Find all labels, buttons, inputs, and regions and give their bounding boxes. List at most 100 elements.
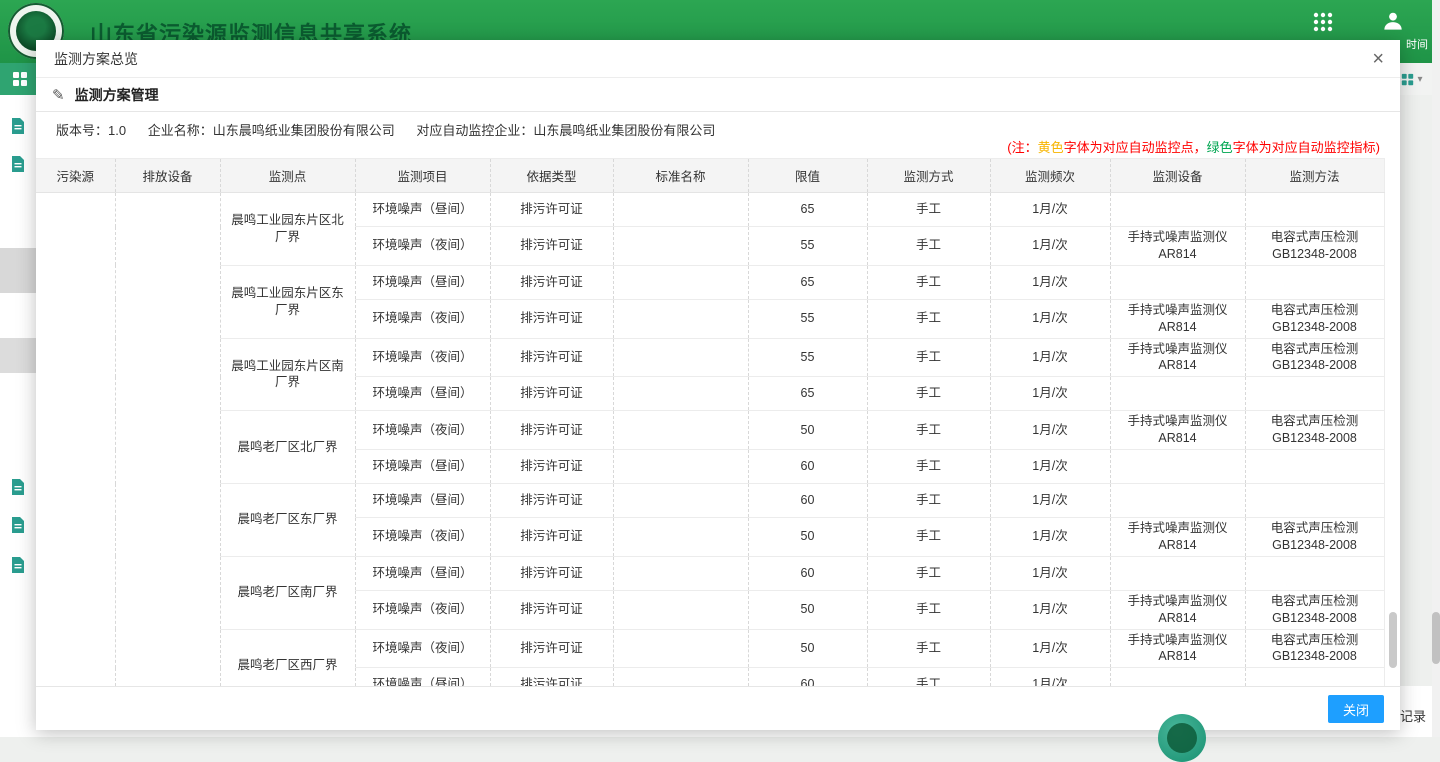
page-scrollbar[interactable] bbox=[1432, 0, 1440, 737]
document-icon[interactable] bbox=[10, 117, 26, 135]
monitor-mode-cell: 手工 bbox=[867, 590, 990, 629]
plan-info-line: 版本号：1.0 企业名称：山东晨鸣纸业集团股份有限公司 对应自动监控企业：山东晨… bbox=[56, 120, 733, 139]
table-row: 晨鸣老厂区北厂界环境噪声（夜间）排污许可证50手工1月/次手持式噪声监测仪AR8… bbox=[36, 411, 1384, 450]
limit-cell: 50 bbox=[748, 590, 867, 629]
monitor-point-cell: 晨鸣工业园东片区南厂界 bbox=[220, 338, 355, 411]
monitor-method-cell bbox=[1245, 265, 1384, 299]
document-icon[interactable] bbox=[10, 478, 26, 496]
monitor-freq-cell: 1月/次 bbox=[990, 377, 1110, 411]
sidebar-item-highlight[interactable] bbox=[0, 248, 36, 293]
basis-type-cell: 排污许可证 bbox=[490, 338, 613, 377]
version-value: 1.0 bbox=[108, 123, 126, 138]
monitoring-plan-table: 污染源排放设备监测点监测项目依据类型标准名称限值监测方式监测频次监测设备监测方法… bbox=[36, 158, 1385, 702]
note-yellow-word: 黄色 bbox=[1038, 140, 1064, 155]
basis-type-cell: 排污许可证 bbox=[490, 556, 613, 590]
monitor-method-cell bbox=[1245, 193, 1384, 227]
monitor-method-cell bbox=[1245, 556, 1384, 590]
monitor-freq-cell: 1月/次 bbox=[990, 193, 1110, 227]
close-button[interactable]: 关闭 bbox=[1328, 695, 1384, 723]
section-title: 监测方案管理 bbox=[75, 85, 159, 105]
floating-logo-emblem bbox=[1167, 723, 1197, 753]
monitor-method-cell bbox=[1245, 484, 1384, 518]
limit-cell: 65 bbox=[748, 265, 867, 299]
table-row: 晨鸣工业园东片区北厂界环境噪声（昼间）排污许可证65手工1月/次 bbox=[36, 193, 1384, 227]
monitor-item-cell: 环境噪声（夜间） bbox=[355, 299, 490, 338]
monitor-method-cell: 电容式声压检测GB12348-2008 bbox=[1245, 590, 1384, 629]
sidebar-item-highlight[interactable] bbox=[0, 338, 36, 373]
note-mid2: 字体为对应自动监控指标) bbox=[1233, 140, 1380, 155]
plan-table-body: 晨鸣工业园东片区北厂界环境噪声（昼间）排污许可证65手工1月/次环境噪声（夜间）… bbox=[36, 193, 1384, 702]
monitor-method-cell: 电容式声压检测GB12348-2008 bbox=[1245, 411, 1384, 450]
document-icon[interactable] bbox=[10, 155, 26, 173]
page-scrollbar-thumb[interactable] bbox=[1432, 612, 1440, 664]
monitor-mode-cell: 手工 bbox=[867, 338, 990, 377]
monitor-method-cell: 电容式声压检测GB12348-2008 bbox=[1245, 629, 1384, 668]
table-row: 晨鸣工业园东片区南厂界环境噪声（夜间）排污许可证55手工1月/次手持式噪声监测仪… bbox=[36, 338, 1384, 377]
limit-cell: 60 bbox=[748, 450, 867, 484]
modal-scrollbar-thumb[interactable] bbox=[1389, 612, 1397, 668]
basis-type-cell: 排污许可证 bbox=[490, 518, 613, 557]
monitor-item-cell: 环境噪声（昼间） bbox=[355, 193, 490, 227]
company-value: 山东晨鸣纸业集团股份有限公司 bbox=[213, 123, 395, 138]
monitor-device-cell bbox=[1110, 377, 1245, 411]
monitor-mode-cell: 手工 bbox=[867, 377, 990, 411]
column-header: 排放设备 bbox=[115, 159, 220, 193]
sidebar bbox=[0, 95, 36, 686]
apps-grid-icon[interactable] bbox=[1312, 11, 1334, 33]
monitor-item-cell: 环境噪声（夜间） bbox=[355, 518, 490, 557]
monitor-mode-cell: 手工 bbox=[867, 411, 990, 450]
standard-name-cell bbox=[613, 193, 748, 227]
monitor-freq-cell: 1月/次 bbox=[990, 265, 1110, 299]
company-label: 企业名称： bbox=[148, 123, 213, 138]
basis-type-cell: 排污许可证 bbox=[490, 411, 613, 450]
monitor-device-cell: 手持式噪声监测仪AR814 bbox=[1110, 629, 1245, 668]
modal-header: 监测方案总览 × bbox=[36, 40, 1400, 78]
note-prefix: (注： bbox=[1007, 140, 1037, 155]
column-header: 监测频次 bbox=[990, 159, 1110, 193]
modal-title: 监测方案总览 bbox=[54, 51, 138, 67]
color-legend-note: (注：黄色字体为对应自动监控点，绿色字体为对应自动监控指标) bbox=[1007, 137, 1380, 156]
monitor-item-cell: 环境噪声（昼间） bbox=[355, 377, 490, 411]
close-icon[interactable]: × bbox=[1372, 47, 1384, 71]
monitor-device-cell bbox=[1110, 193, 1245, 227]
monitor-device-cell: 手持式噪声监测仪AR814 bbox=[1110, 227, 1245, 266]
standard-name-cell bbox=[613, 299, 748, 338]
menu-grid-icon[interactable] bbox=[12, 71, 28, 87]
monitor-device-cell: 手持式噪声监测仪AR814 bbox=[1110, 411, 1245, 450]
monitor-item-cell: 环境噪声（昼间） bbox=[355, 556, 490, 590]
monitor-device-cell bbox=[1110, 265, 1245, 299]
monitor-mode-cell: 手工 bbox=[867, 450, 990, 484]
monitor-mode-cell: 手工 bbox=[867, 484, 990, 518]
limit-cell: 65 bbox=[748, 193, 867, 227]
monitor-method-cell: 电容式声压检测GB12348-2008 bbox=[1245, 518, 1384, 557]
column-header: 污染源 bbox=[36, 159, 115, 193]
column-header: 监测方法 bbox=[1245, 159, 1384, 193]
basis-type-cell: 排污许可证 bbox=[490, 265, 613, 299]
monitor-item-cell: 环境噪声（夜间） bbox=[355, 411, 490, 450]
monitor-point-cell: 晨鸣老厂区北厂界 bbox=[220, 411, 355, 484]
limit-cell: 60 bbox=[748, 484, 867, 518]
monitor-device-cell bbox=[1110, 556, 1245, 590]
floating-logo-button[interactable] bbox=[1158, 714, 1206, 762]
document-icon[interactable] bbox=[10, 556, 26, 574]
standard-name-cell bbox=[613, 450, 748, 484]
monitor-freq-cell: 1月/次 bbox=[990, 629, 1110, 668]
table-row: 晨鸣老厂区南厂界环境噪声（昼间）排污许可证60手工1月/次 bbox=[36, 556, 1384, 590]
auto-company-label: 对应自动监控企业： bbox=[416, 123, 533, 138]
basis-type-cell: 排污许可证 bbox=[490, 227, 613, 266]
document-icon[interactable] bbox=[10, 516, 26, 534]
table-row: 晨鸣老厂区东厂界环境噪声（昼间）排污许可证60手工1月/次 bbox=[36, 484, 1384, 518]
monitor-freq-cell: 1月/次 bbox=[990, 556, 1110, 590]
column-header: 监测设备 bbox=[1110, 159, 1245, 193]
standard-name-cell bbox=[613, 484, 748, 518]
limit-cell: 55 bbox=[748, 299, 867, 338]
header-row: 污染源排放设备监测点监测项目依据类型标准名称限值监测方式监测频次监测设备监测方法 bbox=[36, 159, 1384, 193]
discharge-equipment-cell bbox=[115, 193, 220, 702]
limit-cell: 65 bbox=[748, 377, 867, 411]
monitor-freq-cell: 1月/次 bbox=[990, 450, 1110, 484]
section-header: ✎ 监测方案管理 bbox=[36, 78, 1400, 112]
user-icon[interactable] bbox=[1380, 8, 1406, 34]
pen-icon: ✎ bbox=[52, 86, 65, 104]
basis-type-cell: 排污许可证 bbox=[490, 484, 613, 518]
basis-type-cell: 排污许可证 bbox=[490, 590, 613, 629]
